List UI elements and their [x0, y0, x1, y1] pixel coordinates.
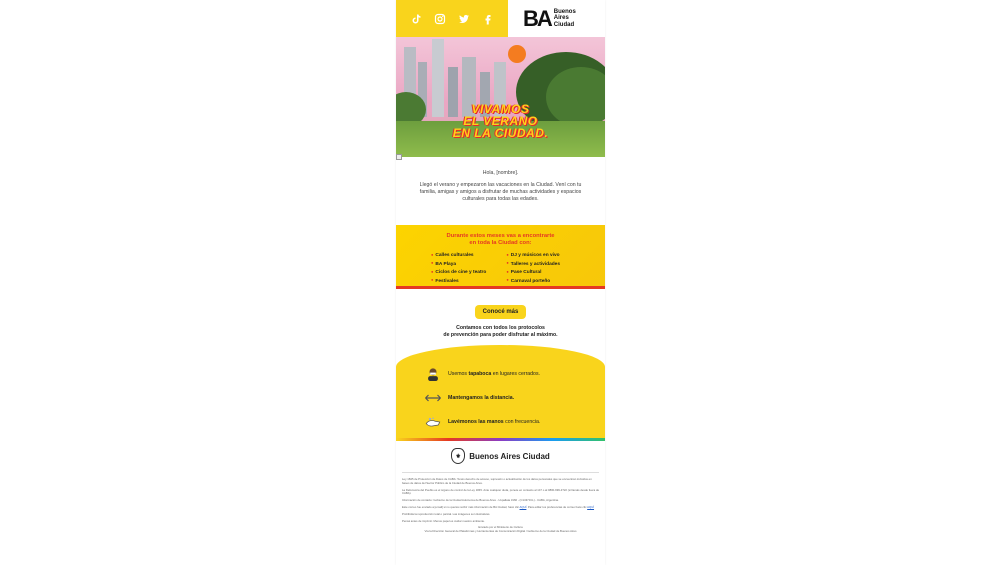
activities-column-right: DJ y músicos en vivo Talleres y activida… [506, 252, 560, 285]
city-seal-icon: ⚜ [451, 448, 466, 464]
cta-section: Conocé más [396, 300, 605, 319]
list-item: BA Playa [431, 261, 486, 269]
list-item: Carnaval porteño [506, 278, 560, 286]
broken-image-icon [396, 154, 402, 160]
legal-text: Ley 1845 de Protección de Datos de CABA:… [402, 477, 600, 534]
list-item: Calles culturales [431, 252, 486, 260]
list-item: Festivales [431, 278, 486, 286]
legal-paragraph: Ley 1845 de Protección de Datos de CABA:… [402, 477, 592, 485]
hand-washing-icon [425, 417, 441, 427]
rainbow-divider [396, 438, 605, 441]
greeting-body: Llegó el verano y empezaron las vacacion… [419, 182, 582, 202]
mask-person-icon [428, 368, 438, 381]
list-item: Pase Cultural [506, 269, 560, 277]
footer-brand: Buenos Aires Ciudad [469, 451, 550, 461]
building [432, 39, 444, 117]
facebook-icon[interactable] [482, 13, 494, 25]
ba-logo-text: Buenos Aires Ciudad [553, 8, 576, 28]
list-item: DJ y músicos en vivo [506, 252, 560, 260]
protocol-item-hands: Lavémonos las manos con frecuencia. [424, 415, 540, 429]
greeting-hello: Hola, [nombre]. [482, 170, 519, 176]
mascot-illustration [508, 45, 526, 63]
legal-paragraph: La Defensoría del Pueblo es el órgano de… [402, 487, 600, 496]
distance-arrows-icon [425, 394, 441, 402]
activities-section: Durante estos meses vas a encontrarte en… [396, 225, 605, 289]
hero-title: VIVAMOS EL VERANO EN LA CIUDAD. [452, 102, 549, 140]
greeting-section: Hola, [nombre]. Llegó el verano y empeza… [396, 170, 605, 208]
preferences-link[interactable]: AQUÍ [587, 505, 594, 509]
instagram-icon[interactable] [434, 13, 446, 25]
activities-list: Calles culturales BA Playa Ciclos de cin… [431, 252, 560, 285]
ba-logo-mark: BA [523, 5, 553, 31]
conoce-mas-button[interactable]: Conocé más [474, 305, 527, 319]
twitter-icon[interactable] [458, 13, 470, 25]
legal-paragraph: Enviado por el Ministerio de Cultura Vía… [424, 525, 577, 534]
protocol-intro: Contamos con todos los protocolos de pre… [443, 325, 558, 338]
legal-paragraph: Pensá antes de imprimir. Menos papel es … [402, 518, 485, 523]
email-header: BA Buenos Aires Ciudad [396, 0, 605, 37]
divider [396, 286, 605, 289]
activities-column-left: Calles culturales BA Playa Ciclos de cin… [431, 252, 486, 285]
protocol-item-mask: Usemos tapaboca en lugares cerrados. [424, 367, 540, 381]
list-item: Ciclos de cine y teatro [431, 269, 486, 277]
legal-paragraph: Información de contacto: Gobierno de la … [402, 498, 559, 503]
list-item: Talleres y actividades [506, 261, 560, 269]
legal-paragraph: Este correo fue enviado a [email] si no … [402, 504, 595, 509]
protocol-item-distance: Mantengamos la distancia. [424, 391, 514, 405]
legal-paragraph: Prohibida la reproducción total o parcia… [402, 511, 491, 516]
brand-logo[interactable]: BA Buenos Aires Ciudad [508, 0, 605, 37]
protocols-section: Usemos tapaboca en lugares cerrados. Man… [396, 345, 605, 440]
divider [402, 472, 599, 473]
footer-logo[interactable]: ⚜ Buenos Aires Ciudad [396, 448, 605, 464]
hero-banner: VIVAMOS EL VERANO EN LA CIUDAD. [396, 37, 605, 157]
activities-heading: Durante estos meses vas a encontrarte en… [446, 233, 555, 246]
tiktok-icon[interactable] [410, 13, 422, 25]
email-container: BA Buenos Aires Ciudad VIVAMOS EL VERANO… [396, 0, 605, 565]
social-links [396, 0, 508, 37]
